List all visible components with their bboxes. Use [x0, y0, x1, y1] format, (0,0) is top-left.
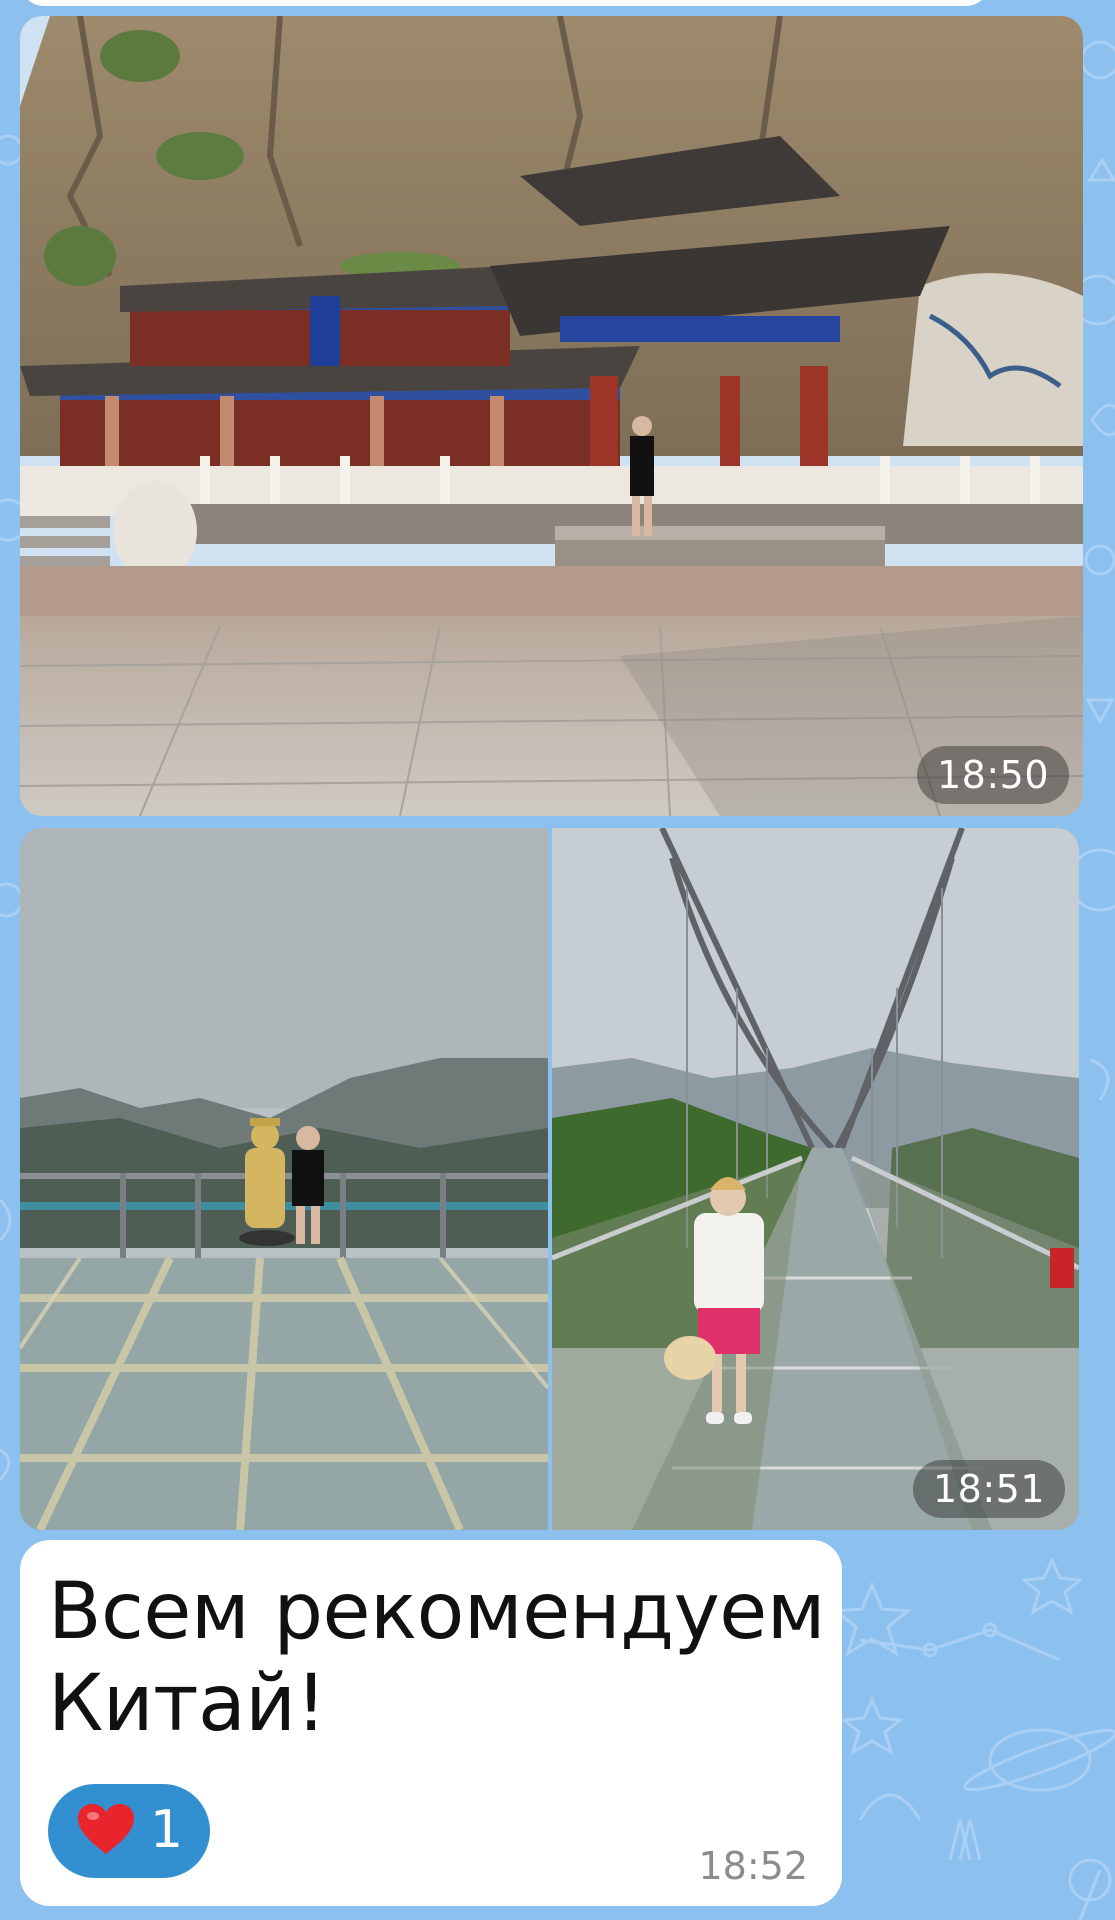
photo-timestamp: 18:50 — [916, 746, 1069, 804]
previous-message-edge — [20, 0, 990, 6]
bridge-image — [552, 828, 1079, 1530]
message-text: Всем рекомендуем Китай! — [48, 1567, 826, 1749]
reaction-heart[interactable]: 1 — [48, 1784, 210, 1878]
heart-icon — [78, 1804, 134, 1854]
message-bubble[interactable]: Всем рекомендуем Китай! 1 18:52 — [20, 1540, 842, 1906]
temple-image — [20, 16, 1083, 816]
photo-skywalk[interactable] — [20, 828, 548, 1530]
photo-bridge[interactable]: 18:51 — [552, 828, 1079, 1530]
photo-temple[interactable]: 18:50 — [20, 16, 1083, 816]
message-timestamp: 18:52 — [698, 1844, 808, 1888]
reaction-count: 1 — [150, 1800, 184, 1860]
album-timestamp: 18:51 — [912, 1460, 1065, 1518]
skywalk-image — [20, 828, 548, 1530]
